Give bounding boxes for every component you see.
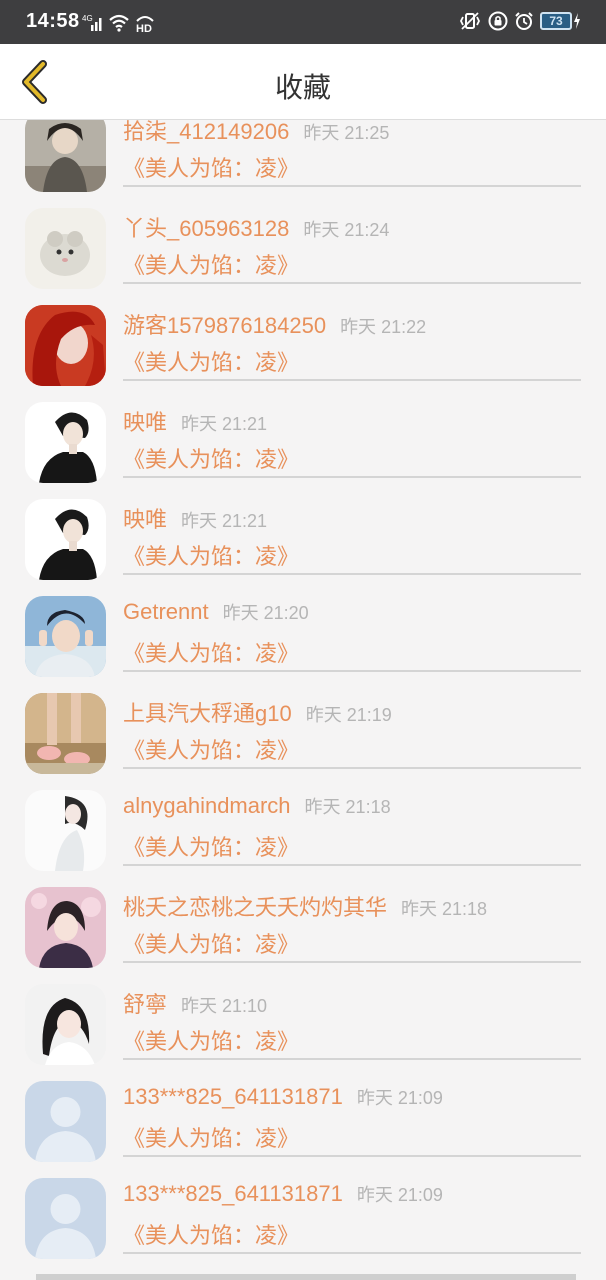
timestamp: 昨天 21:21 — [181, 511, 268, 531]
avatar[interactable] — [25, 984, 106, 1065]
book-title[interactable]: 《美人为馅：凌》 — [123, 927, 299, 959]
list-item-content: 拾柒_412149206 昨天 21:25 《美人为馅：凌》 — [123, 120, 581, 187]
list-item[interactable]: 拾柒_412149206 昨天 21:25 《美人为馅：凌》 — [0, 120, 606, 192]
list-item-content: alnygahindmarch 昨天 21:18 《美人为馅：凌》 — [123, 774, 581, 866]
vibrate-icon — [458, 11, 482, 31]
wifi-icon — [108, 14, 130, 32]
avatar[interactable] — [25, 402, 106, 483]
list-item[interactable]: 133***825_641131871 昨天 21:09 《美人为馅：凌》 — [0, 1065, 606, 1162]
next-item-peek — [36, 1274, 576, 1280]
timestamp: 昨天 21:21 — [181, 414, 268, 434]
book-title[interactable]: 《美人为馅：凌》 — [123, 345, 299, 377]
list-item-content: 舒寧 昨天 21:10 《美人为馅：凌》 — [123, 968, 581, 1060]
battery-level: 73 — [540, 12, 572, 30]
timestamp: 昨天 21:24 — [303, 220, 390, 240]
book-title[interactable]: 《美人为馅：凌》 — [123, 442, 299, 474]
user-name[interactable]: 133***825_641131871 — [123, 1084, 343, 1109]
book-title[interactable]: 《美人为馅：凌》 — [123, 1121, 299, 1153]
avatar[interactable] — [25, 120, 106, 192]
list-item[interactable]: Getrennt 昨天 21:20 《美人为馅：凌》 — [0, 580, 606, 677]
book-title[interactable]: 《美人为馅：凌》 — [123, 733, 299, 765]
timestamp: 昨天 21:09 — [356, 1088, 443, 1108]
list-item[interactable]: alnygahindmarch 昨天 21:18 《美人为馅：凌》 — [0, 774, 606, 871]
list-item[interactable]: 丫头_605963128 昨天 21:24 《美人为馅：凌》 — [0, 192, 606, 289]
timestamp: 昨天 21:10 — [181, 996, 268, 1016]
timestamp: 昨天 21:22 — [340, 317, 427, 337]
charging-icon — [574, 13, 580, 29]
avatar[interactable] — [25, 693, 106, 774]
timestamp: 昨天 21:25 — [303, 123, 390, 143]
user-name[interactable]: 上具汽大稃通g10 — [123, 701, 292, 726]
timestamp: 昨天 21:20 — [222, 603, 309, 623]
list-item-content: 游客1579876184250 昨天 21:22 《美人为馅：凌》 — [123, 289, 581, 381]
list-item-content: Getrennt 昨天 21:20 《美人为馅：凌》 — [123, 580, 581, 672]
user-name[interactable]: 丫头_605963128 — [123, 216, 289, 241]
hd-label: HD — [136, 23, 152, 34]
user-name[interactable]: 映唯 — [123, 507, 167, 532]
default-avatar-icon — [25, 1081, 106, 1162]
list-item[interactable]: 舒寧 昨天 21:10 《美人为馅：凌》 — [0, 968, 606, 1065]
avatar[interactable] — [25, 208, 106, 289]
list-item[interactable]: 上具汽大稃通g10 昨天 21:19 《美人为馅：凌》 — [0, 677, 606, 774]
book-title[interactable]: 《美人为馅：凌》 — [123, 539, 299, 571]
list-item[interactable]: 映唯 昨天 21:21 《美人为馅：凌》 — [0, 386, 606, 483]
avatar[interactable] — [25, 1178, 106, 1259]
timestamp: 昨天 21:18 — [304, 797, 391, 817]
user-name[interactable]: 桃夭之恋桃之夭夭灼灼其华 — [123, 895, 387, 920]
list-item-content: 133***825_641131871 昨天 21:09 《美人为馅：凌》 — [123, 1162, 581, 1254]
timestamp: 昨天 21:19 — [305, 705, 392, 725]
timestamp: 昨天 21:18 — [401, 899, 488, 919]
battery-icon: 73 — [540, 12, 582, 30]
avatar[interactable] — [25, 1081, 106, 1162]
list-item-content: 桃夭之恋桃之夭夭灼灼其华 昨天 21:18 《美人为馅：凌》 — [123, 871, 581, 963]
status-bar: 14:58 4G HD 73 — [0, 0, 606, 44]
user-name[interactable]: Getrennt — [123, 599, 209, 624]
network-label: 4G — [82, 14, 93, 23]
book-title[interactable]: 《美人为馅：凌》 — [123, 1218, 299, 1250]
list-item[interactable]: 游客1579876184250 昨天 21:22 《美人为馅：凌》 — [0, 289, 606, 386]
app-header: 收藏 — [0, 44, 606, 120]
favorites-list[interactable]: 拾柒_412149206 昨天 21:25 《美人为馅：凌》 丫头_6059631… — [0, 120, 606, 1280]
user-name[interactable]: 游客1579876184250 — [123, 313, 326, 338]
signal-icon: 4G — [82, 14, 104, 32]
list-item[interactable]: 133***825_641131871 昨天 21:09 《美人为馅：凌》 — [0, 1162, 606, 1259]
lock-rotation-icon — [488, 11, 508, 31]
status-right-icons: 73 — [458, 11, 582, 31]
page-title: 收藏 — [274, 72, 331, 103]
default-avatar-icon — [25, 1178, 106, 1259]
avatar[interactable] — [25, 596, 106, 677]
status-left-icons: 4G HD — [82, 12, 156, 34]
book-title[interactable]: 《美人为馅：凌》 — [123, 151, 299, 183]
list-item[interactable]: 桃夭之恋桃之夭夭灼灼其华 昨天 21:18 《美人为馅：凌》 — [0, 871, 606, 968]
user-name[interactable]: alnygahindmarch — [123, 793, 291, 818]
book-title[interactable]: 《美人为馅：凌》 — [123, 248, 299, 280]
hd-icon: HD — [134, 12, 156, 34]
user-name[interactable]: 拾柒_412149206 — [123, 120, 289, 144]
status-time: 14:58 — [26, 10, 80, 32]
user-name[interactable]: 舒寧 — [123, 992, 167, 1017]
avatar[interactable] — [25, 305, 106, 386]
list-item-content: 丫头_605963128 昨天 21:24 《美人为馅：凌》 — [123, 192, 581, 284]
list-item-content: 映唯 昨天 21:21 《美人为馅：凌》 — [123, 483, 581, 575]
book-title[interactable]: 《美人为馅：凌》 — [123, 830, 299, 862]
list-item-content: 映唯 昨天 21:21 《美人为馅：凌》 — [123, 386, 581, 478]
avatar[interactable] — [25, 499, 106, 580]
list-item[interactable]: 映唯 昨天 21:21 《美人为馅：凌》 — [0, 483, 606, 580]
book-title[interactable]: 《美人为馅：凌》 — [123, 1024, 299, 1056]
avatar[interactable] — [25, 790, 106, 871]
list-item-content: 上具汽大稃通g10 昨天 21:19 《美人为馅：凌》 — [123, 677, 581, 769]
book-title[interactable]: 《美人为馅：凌》 — [123, 636, 299, 668]
alarm-icon — [514, 11, 534, 31]
avatar[interactable] — [25, 887, 106, 968]
list-item-content: 133***825_641131871 昨天 21:09 《美人为馅：凌》 — [123, 1065, 581, 1157]
user-name[interactable]: 133***825_641131871 — [123, 1181, 343, 1206]
timestamp: 昨天 21:09 — [356, 1185, 443, 1205]
user-name[interactable]: 映唯 — [123, 410, 167, 435]
